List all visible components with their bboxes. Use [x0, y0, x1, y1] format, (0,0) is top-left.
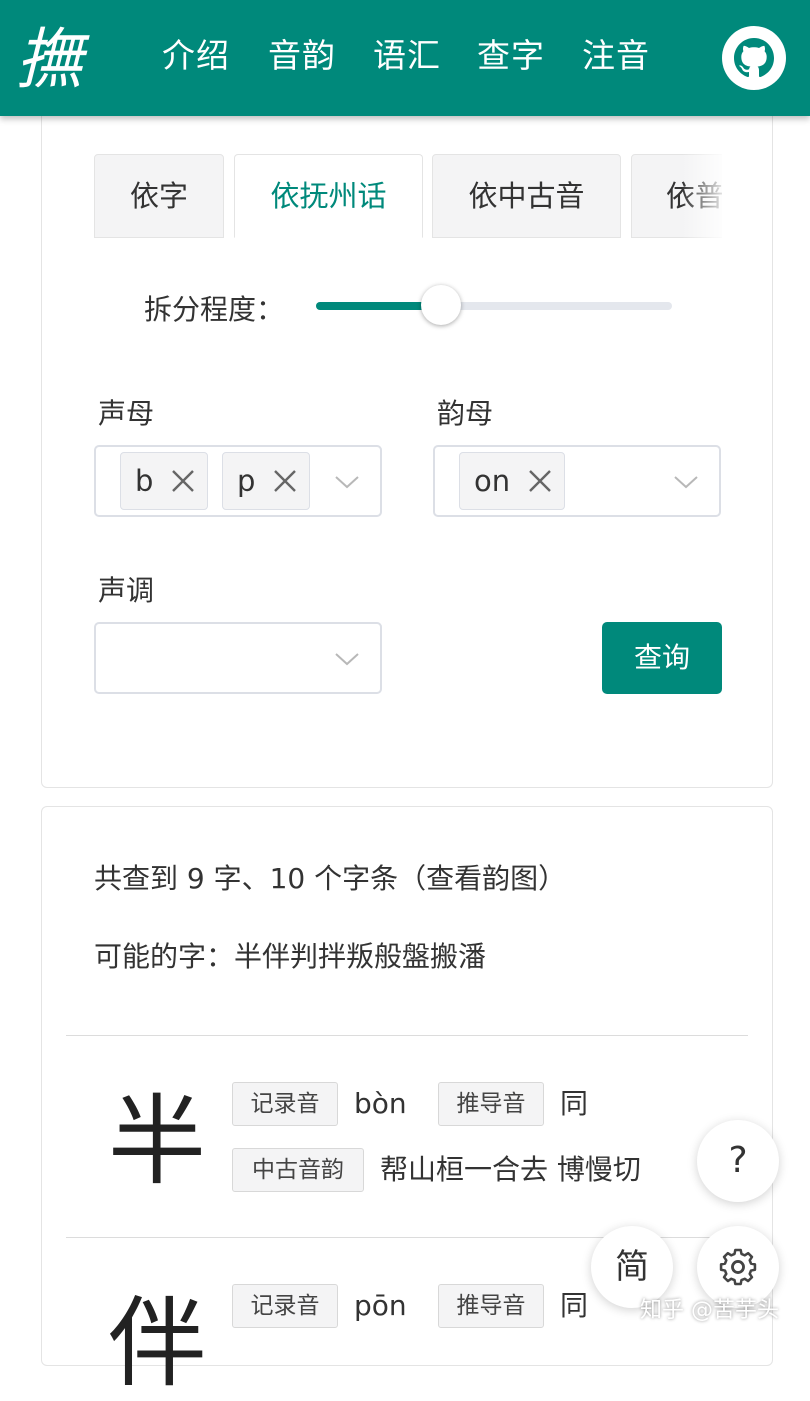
query-panel: 依字 依抚州话 依中古音 依普 拆分程度： 声母 b p 韵母 on 声调 查询	[41, 100, 773, 788]
possible-chars-list: 半伴判拌叛般盤搬潘	[234, 940, 487, 973]
tab-by-fuzhou-dialect[interactable]: 依抚州话	[234, 154, 423, 238]
derived-tag: 推导音	[438, 1082, 544, 1126]
zhihu-watermark: 知乎 @苦芋头	[640, 1298, 779, 1323]
split-level-slider[interactable]	[316, 285, 672, 325]
nav-intro[interactable]: 介绍	[162, 34, 230, 78]
close-icon[interactable]	[271, 453, 299, 509]
initials-select[interactable]: b p	[94, 445, 382, 517]
finals-label: 韵母	[437, 397, 494, 430]
results-count: 共查到 9 字、10 个字条	[94, 862, 399, 895]
initial-tag: b	[120, 452, 208, 510]
tab-by-character[interactable]: 依字	[94, 154, 224, 238]
possible-chars-label: 可能的字：	[94, 940, 235, 973]
nav-vocabulary[interactable]: 语汇	[373, 34, 441, 78]
derived-value: 同	[560, 1087, 589, 1120]
final-tag-label: on	[474, 464, 511, 498]
middle-chinese-tag: 中古音韵	[232, 1148, 364, 1192]
nav-phonology[interactable]: 音韵	[268, 34, 336, 78]
close-icon[interactable]	[169, 453, 197, 509]
chevron-down-icon	[335, 476, 359, 489]
divider	[66, 1035, 748, 1036]
close-icon[interactable]	[526, 453, 554, 509]
script-toggle-label: 简	[615, 1247, 649, 1287]
help-button[interactable]: ?	[697, 1120, 779, 1202]
query-button[interactable]: 查询	[602, 622, 722, 694]
result-char[interactable]: 半	[108, 1087, 206, 1197]
help-label: ?	[728, 1140, 748, 1181]
gear-icon	[719, 1248, 757, 1286]
final-tag: on	[459, 452, 565, 510]
tone-select[interactable]	[94, 622, 382, 694]
recorded-tag: 记录音	[232, 1082, 338, 1126]
slider-handle[interactable]	[421, 285, 461, 325]
chevron-down-icon	[335, 653, 359, 666]
finals-select[interactable]: on	[433, 445, 721, 517]
recorded-tag: 记录音	[232, 1284, 338, 1328]
tone-label: 声调	[98, 574, 155, 607]
logo-glyph: 撫	[16, 21, 90, 96]
initials-label: 声母	[98, 397, 155, 430]
result-char[interactable]: 伴	[108, 1289, 206, 1399]
derived-value: 同	[560, 1289, 589, 1322]
initial-tag-label: b	[135, 464, 154, 498]
middle-chinese-value: 帮山桓一合去 博慢切	[380, 1153, 641, 1186]
nav-annotate[interactable]: 注音	[582, 34, 650, 78]
query-mode-tabs: 依字 依抚州话 依中古音 依普	[94, 154, 722, 238]
view-rhyme-table-link[interactable]: （查看韵图）	[398, 862, 566, 895]
site-logo[interactable]: 撫	[14, 20, 110, 96]
derived-tag: 推导音	[438, 1284, 544, 1328]
possible-chars: 可能的字：半伴判拌叛般盤搬潘	[94, 935, 486, 975]
top-nav-bar: 撫 介绍 音韵 语汇 查字 注音	[0, 0, 810, 116]
initial-tag-label: p	[237, 464, 256, 498]
results-summary: 共查到 9 字、10 个字条（查看韵图）	[94, 857, 566, 897]
recorded-value: pōn	[354, 1289, 407, 1322]
tabs-scroll-fade	[682, 154, 722, 238]
tab-by-middle-chinese[interactable]: 依中古音	[432, 154, 621, 238]
nav-lookup[interactable]: 查字	[477, 34, 545, 78]
initial-tag: p	[222, 452, 310, 510]
github-icon[interactable]	[720, 24, 788, 92]
split-level-label: 拆分程度：	[144, 293, 285, 326]
chevron-down-icon	[674, 476, 698, 489]
recorded-value: bòn	[354, 1087, 407, 1120]
